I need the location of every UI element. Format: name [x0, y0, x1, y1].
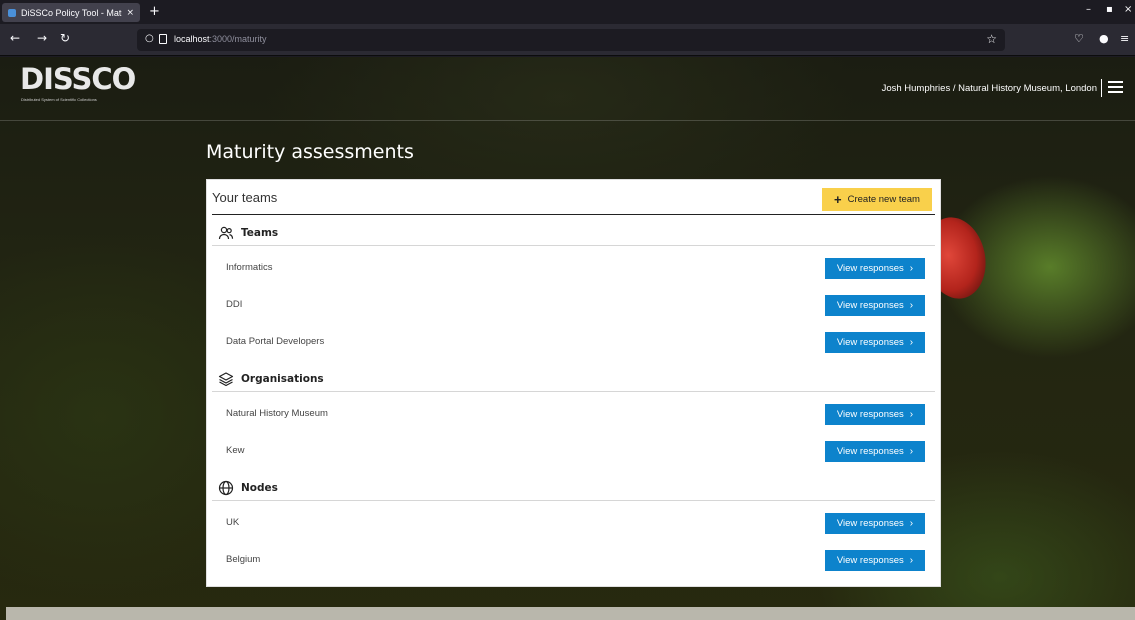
logo-subtitle: Distributed System of Scientific Collect…: [21, 97, 97, 102]
chevron-right-icon: ›: [909, 300, 914, 311]
row-label: Belgium: [226, 554, 261, 565]
view-responses-button[interactable]: View responses ›: [825, 550, 925, 571]
node-row: UK View responses ›: [212, 509, 935, 539]
globe-icon: [217, 479, 235, 497]
hamburger-menu-icon[interactable]: [1108, 81, 1123, 93]
header-divider: [1101, 79, 1102, 97]
section-nodes: Nodes: [212, 476, 935, 501]
row-label: Natural History Museum: [226, 408, 328, 419]
chevron-right-icon: ›: [909, 263, 914, 274]
view-responses-button[interactable]: View responses ›: [825, 258, 925, 279]
page-title: Maturity assessments: [206, 141, 414, 163]
minimize-button[interactable]: –: [1086, 4, 1091, 15]
tab-title: DiSSCo Policy Tool - Maturi: [21, 7, 123, 18]
organisation-row: Kew View responses ›: [212, 437, 935, 467]
create-new-team-button[interactable]: + Create new team: [822, 188, 932, 211]
view-button-label: View responses: [836, 263, 904, 274]
forward-arrow-icon[interactable]: →: [37, 31, 47, 45]
section-label: Nodes: [241, 482, 278, 494]
back-arrow-icon[interactable]: ←: [10, 31, 20, 45]
node-row: Belgium View responses ›: [212, 546, 935, 576]
view-button-label: View responses: [836, 337, 904, 348]
view-responses-button[interactable]: View responses ›: [825, 332, 925, 353]
url-path: :3000/maturity: [209, 34, 267, 44]
browser-tab[interactable]: DiSSCo Policy Tool - Maturi ×: [2, 3, 140, 22]
page-icon: [159, 34, 167, 44]
section-organisations: Organisations: [212, 367, 935, 392]
browser-nav-bar: ← → ↻ ○ localhost:3000/maturity ☆ ♡ ● ≡: [0, 24, 1135, 56]
view-responses-button[interactable]: View responses ›: [825, 404, 925, 425]
site-header: DISSCO Distributed System of Scientific …: [0, 57, 1135, 121]
chevron-right-icon: ›: [909, 337, 914, 348]
account-icon[interactable]: ●: [1099, 32, 1109, 45]
row-label: DDI: [226, 299, 243, 310]
favicon-icon: [8, 8, 16, 17]
shield-icon[interactable]: ○: [145, 33, 154, 44]
team-row: Informatics View responses ›: [212, 254, 935, 284]
team-row: Data Portal Developers View responses ›: [212, 328, 935, 358]
card-title: Your teams: [212, 190, 278, 205]
row-label: Data Portal Developers: [226, 336, 325, 347]
row-label: UK: [226, 517, 240, 528]
section-teams: Teams: [212, 221, 935, 246]
team-row: DDI View responses ›: [212, 291, 935, 321]
close-tab-icon[interactable]: ×: [126, 8, 134, 18]
close-window-button[interactable]: ×: [1124, 4, 1132, 15]
view-responses-button[interactable]: View responses ›: [825, 295, 925, 316]
view-button-label: View responses: [836, 446, 904, 457]
view-button-label: View responses: [836, 518, 904, 529]
menu-icon[interactable]: ≡: [1120, 32, 1129, 45]
user-label: Josh Humphries / Natural History Museum,…: [881, 83, 1097, 94]
url-text[interactable]: localhost:3000/maturity: [174, 34, 267, 44]
bookmark-star-icon[interactable]: ☆: [986, 32, 997, 46]
view-responses-button[interactable]: View responses ›: [825, 513, 925, 534]
url-host: localhost: [174, 34, 210, 44]
organisation-row: Natural History Museum View responses ›: [212, 400, 935, 430]
new-tab-button[interactable]: +: [149, 4, 160, 19]
view-button-label: View responses: [836, 300, 904, 311]
logo[interactable]: DISSCO: [20, 62, 136, 96]
users-icon: [217, 224, 235, 242]
create-button-label: Create new team: [847, 194, 920, 205]
page: DISSCO Distributed System of Scientific …: [0, 57, 1135, 620]
browser-tab-bar: DiSSCo Policy Tool - Maturi × + – ▪ ×: [0, 0, 1135, 24]
layers-icon: [217, 370, 235, 388]
section-label: Teams: [241, 227, 279, 239]
view-button-label: View responses: [836, 555, 904, 566]
pocket-icon[interactable]: ♡: [1074, 32, 1084, 45]
plus-icon: +: [834, 192, 842, 207]
reload-icon[interactable]: ↻: [60, 31, 70, 45]
view-button-label: View responses: [836, 409, 904, 420]
teams-card: Your teams + Create new team Teams Inform…: [206, 179, 941, 587]
row-label: Informatics: [226, 262, 273, 273]
section-label: Organisations: [241, 373, 324, 385]
footer-strip: [6, 607, 1135, 620]
maximize-button[interactable]: ▪: [1106, 4, 1113, 15]
row-label: Kew: [226, 445, 245, 456]
card-header: Your teams + Create new team: [212, 186, 935, 215]
chevron-right-icon: ›: [909, 555, 914, 566]
url-bar[interactable]: ○ localhost:3000/maturity ☆: [137, 29, 1005, 51]
chevron-right-icon: ›: [909, 446, 914, 457]
chevron-right-icon: ›: [909, 409, 914, 420]
chevron-right-icon: ›: [909, 518, 914, 529]
view-responses-button[interactable]: View responses ›: [825, 441, 925, 462]
